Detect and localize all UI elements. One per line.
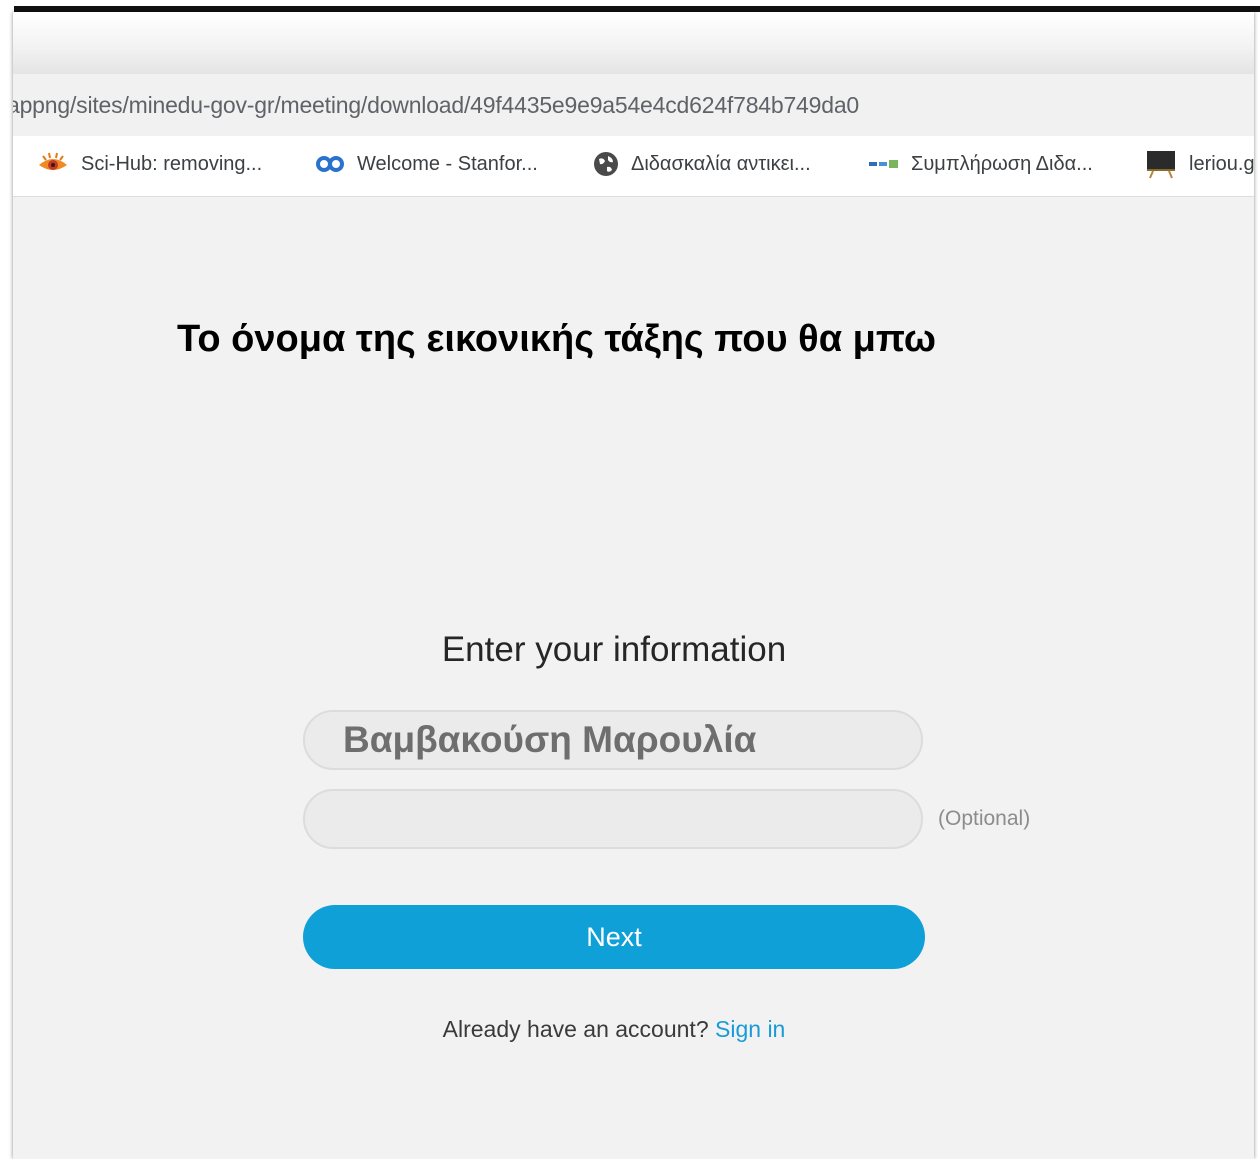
bookmark-label: Welcome - Stanfor... xyxy=(357,152,538,175)
email-field[interactable] xyxy=(303,789,923,849)
globe-icon xyxy=(593,151,619,177)
tab-strip xyxy=(13,12,1254,74)
bookmark-symplirosi[interactable]: Συμπλήρωση Διδα... xyxy=(869,136,1093,192)
name-field[interactable] xyxy=(303,710,923,770)
sign-in-link[interactable]: Sign in xyxy=(715,1016,785,1042)
browser-window: appng/sites/minedu-gov-gr/meeting/downlo… xyxy=(13,12,1254,1159)
optional-label: (Optional) xyxy=(938,807,1031,830)
bookmark-label: Συμπλήρωση Διδα... xyxy=(911,152,1093,175)
name-input[interactable] xyxy=(305,712,921,768)
blackboard-icon xyxy=(1145,149,1177,179)
coursera-infinity-icon xyxy=(315,155,345,173)
next-button[interactable]: Next xyxy=(303,905,925,969)
signin-prompt: Already have an account? Sign in xyxy=(13,1016,1215,1043)
bookmark-stanford[interactable]: Welcome - Stanfor... xyxy=(315,136,538,192)
bookmark-label: leriou.g xyxy=(1189,152,1254,175)
bookmark-label: Διδασκαλία αντικει... xyxy=(631,152,811,175)
bookmarks-bar: Sci-Hub: removing... Welcome - Stanfor..… xyxy=(13,136,1254,197)
scihub-raven-icon xyxy=(37,151,69,177)
bookmark-leriou[interactable]: leriou.g xyxy=(1145,136,1254,192)
form-title: Enter your information xyxy=(441,630,787,669)
account-prompt-text: Already have an account? xyxy=(442,1016,709,1042)
gov-logo-icon xyxy=(869,158,899,170)
annotation-caption: Το όνομα της εικονικής τάξης που θα μπω xyxy=(177,318,936,360)
bookmark-label: Sci-Hub: removing... xyxy=(81,152,263,175)
url-text[interactable]: appng/sites/minedu-gov-gr/meeting/downlo… xyxy=(13,92,859,119)
email-input[interactable] xyxy=(305,791,921,847)
bookmark-scihub[interactable]: Sci-Hub: removing... xyxy=(37,136,262,192)
bookmark-didaskalia[interactable]: Διδασκαλία αντικει... xyxy=(593,136,811,192)
